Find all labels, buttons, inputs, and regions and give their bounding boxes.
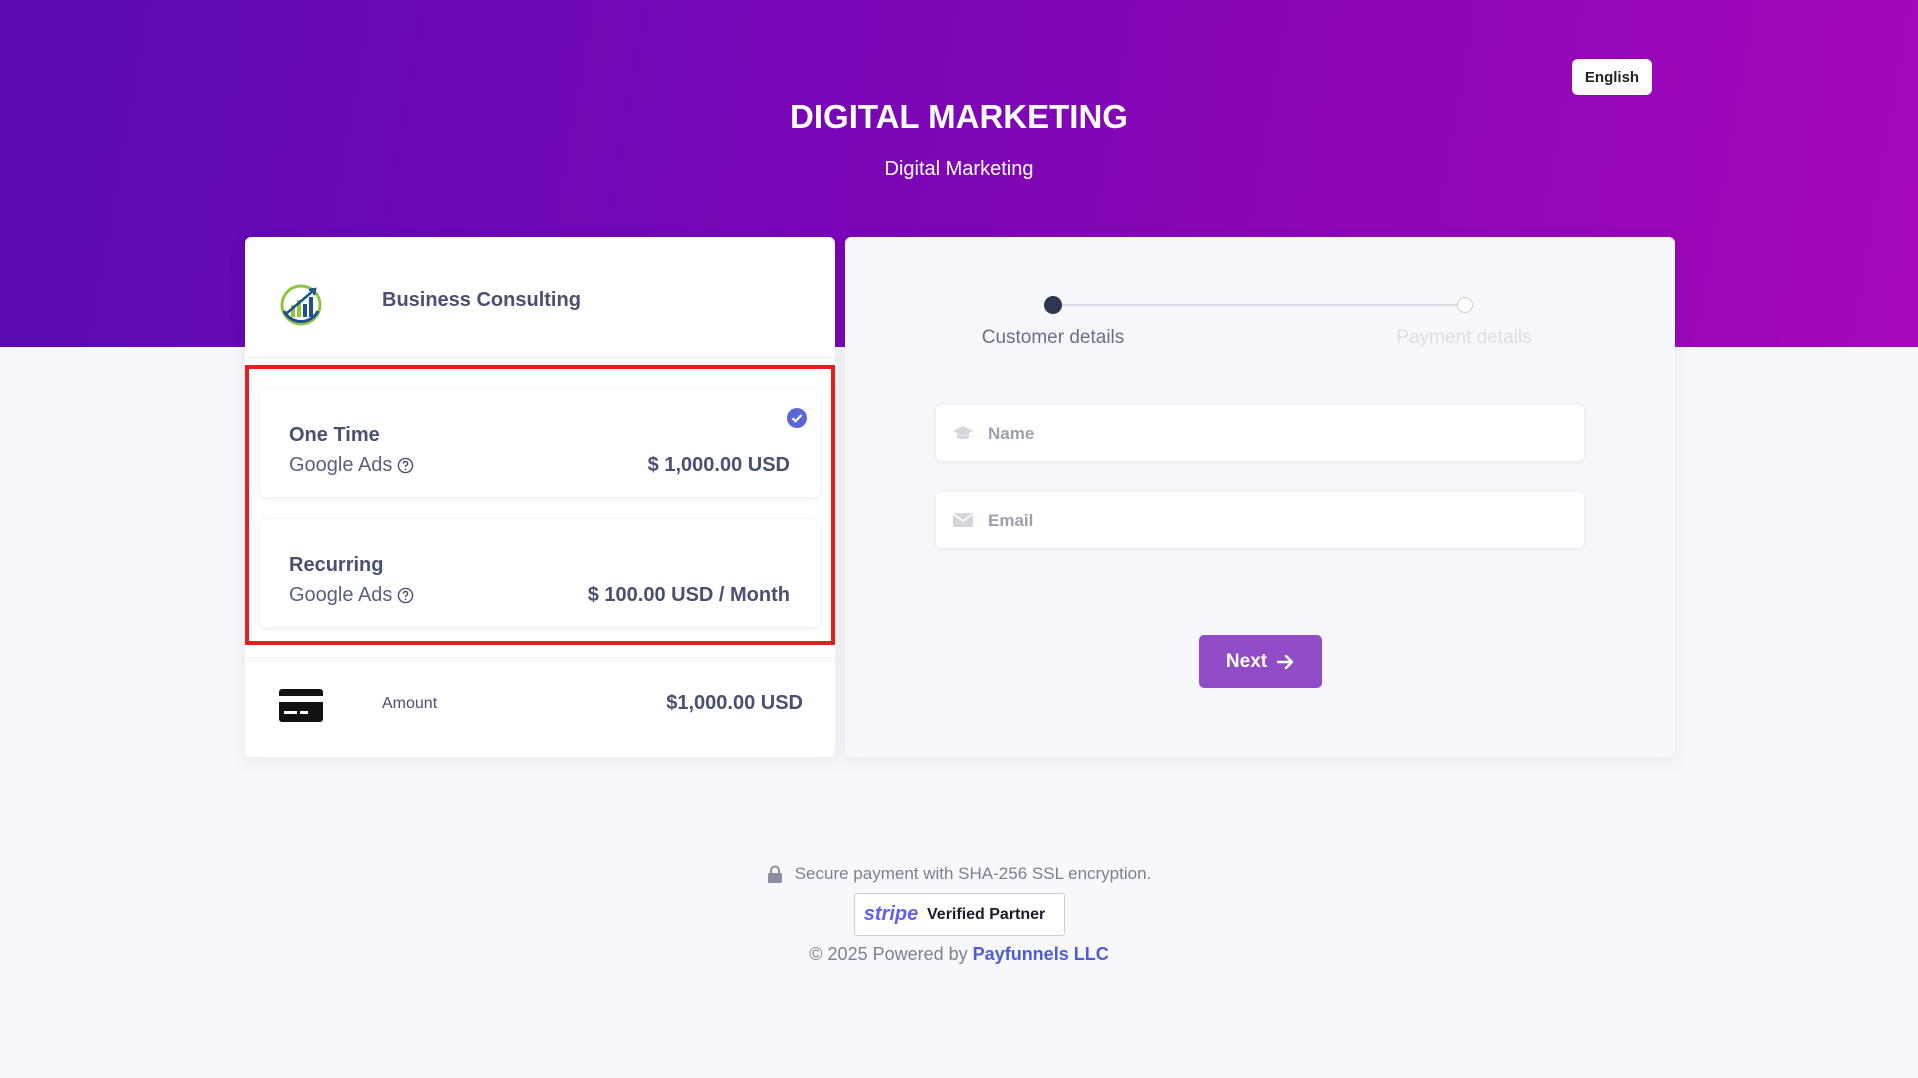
next-button[interactable]: Next (1199, 635, 1322, 688)
plan-description: Google Ads (289, 584, 414, 607)
plan-description-text: Google Ads (289, 584, 393, 606)
amount-label: Amount (382, 695, 438, 712)
help-icon[interactable] (397, 457, 414, 474)
amount-row: Amount $1,000.00 USD (245, 657, 835, 758)
plan-description: Google Ads (289, 454, 414, 477)
arrow-right-icon (1277, 654, 1294, 669)
page-subtitle: Digital Marketing (884, 158, 1034, 180)
credit-card-icon (279, 689, 323, 722)
stripe-verified-badge: stripe Verified Partner (854, 893, 1065, 936)
step-indicator-active (1044, 296, 1062, 314)
business-header: Business Consulting (245, 237, 835, 358)
amount-value: $1,000.00 USD (666, 692, 803, 714)
language-button[interactable]: English (1572, 59, 1652, 95)
company-link[interactable]: Payfunnels LLC (973, 944, 1109, 964)
plan-title: One Time (289, 424, 380, 446)
copyright-text: © 2025 Powered by (809, 944, 968, 964)
graduation-cap-icon (953, 426, 973, 439)
step-label-payment-details: Payment details (1396, 327, 1532, 348)
stripe-logo: stripe (863, 903, 919, 925)
help-icon[interactable] (397, 587, 414, 604)
stepper-track (1053, 304, 1465, 306)
next-button-label: Next (1225, 650, 1268, 672)
selected-check-icon (787, 408, 807, 428)
checkout-form-card: Customer details Payment details Next (845, 237, 1675, 757)
secure-payment-text: Secure payment with SHA-256 SSL encrypti… (794, 864, 1152, 883)
stripe-badge-text: Verified Partner (927, 905, 1046, 923)
copyright: © 2025 Powered by Payfunnels LLC (0, 944, 1918, 965)
plan-option-one-time[interactable]: One Time Google Ads $ 1,000.00 USD (260, 389, 820, 497)
business-name: Business Consulting (382, 289, 581, 311)
growth-chart-icon (280, 284, 322, 326)
secure-payment-note: Secure payment with SHA-256 SSL encrypti… (0, 864, 1918, 884)
plan-description-text: Google Ads (289, 454, 393, 476)
envelope-icon (953, 513, 973, 527)
page-title: DIGITAL MARKETING (790, 98, 1128, 135)
name-field[interactable] (936, 405, 1584, 461)
email-input[interactable] (986, 502, 1570, 540)
email-field[interactable] (936, 492, 1584, 548)
name-input[interactable] (986, 415, 1570, 453)
plan-title: Recurring (289, 554, 384, 576)
plan-option-recurring[interactable]: Recurring Google Ads $ 100.00 USD / Mont… (260, 519, 820, 627)
step-label-customer-details: Customer details (981, 327, 1125, 348)
step-indicator-inactive (1457, 297, 1473, 313)
lock-icon (767, 865, 782, 883)
plan-price: $ 1,000.00 USD (647, 454, 790, 476)
plan-price: $ 100.00 USD / Month (587, 584, 790, 606)
order-summary-card: Business Consulting One Time Google Ads … (245, 237, 835, 757)
